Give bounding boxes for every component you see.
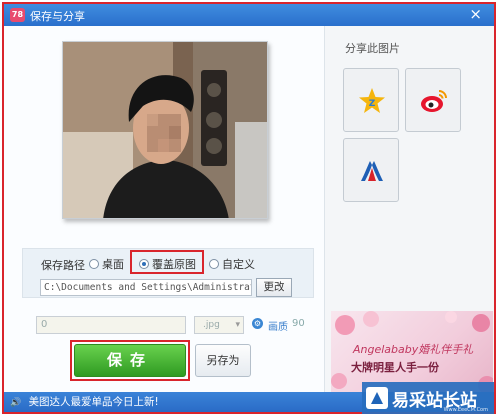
renren-icon bbox=[361, 161, 383, 181]
format-value: .jpg bbox=[203, 320, 220, 330]
site-watermark: 易采站长站 Www.EeeCM.Com bbox=[362, 382, 494, 414]
close-button[interactable]: × bbox=[469, 5, 482, 23]
highlight-box-overwrite bbox=[130, 250, 204, 274]
radio-dot bbox=[89, 259, 99, 269]
left-pane: 保存路径 桌面 覆盖原图 自定义 C:\Documents and Settin… bbox=[4, 26, 324, 396]
photo-preview-image bbox=[63, 42, 267, 218]
chevron-down-icon: ▾ bbox=[235, 320, 240, 330]
share-qzone-button[interactable]: Z bbox=[343, 68, 399, 132]
share-title: 分享此图片 bbox=[345, 42, 400, 55]
save-path-input[interactable]: C:\Documents and Settings\Administrator\… bbox=[40, 279, 252, 296]
save-path-panel: 保存路径 桌面 覆盖原图 自定义 C:\Documents and Settin… bbox=[22, 248, 314, 298]
app-logo-icon: 78 bbox=[10, 8, 25, 22]
output-options-row: 0 .jpg ▾ ⚙ 画质 90 bbox=[36, 316, 316, 336]
save-path-label: 保存路径 bbox=[41, 259, 85, 272]
image-preview bbox=[62, 41, 268, 219]
radio-custom[interactable]: 自定义 bbox=[209, 256, 255, 272]
share-pane: 分享此图片 Z Angelababy婚礼伴手礼 大牌明星人手一份 bbox=[324, 26, 494, 396]
change-path-button[interactable]: 更改 bbox=[256, 278, 292, 297]
save-as-button[interactable]: 另存为 bbox=[195, 344, 251, 377]
title-bar: 78 保存与分享 × bbox=[4, 4, 494, 26]
quality-value: 90 bbox=[292, 318, 305, 329]
radio-custom-label: 自定义 bbox=[222, 258, 255, 271]
share-weibo-button[interactable] bbox=[405, 68, 461, 132]
share-renren-button[interactable] bbox=[343, 138, 399, 202]
radio-desktop[interactable]: 桌面 bbox=[89, 256, 124, 272]
radio-dot bbox=[209, 259, 219, 269]
status-message[interactable]: 美图达人最爱单品今日上新! bbox=[29, 396, 159, 408]
format-select[interactable]: .jpg ▾ bbox=[194, 316, 244, 334]
save-button[interactable]: 保存 bbox=[74, 344, 186, 377]
ad-headline: Angelababy婚礼伴手礼 bbox=[353, 343, 474, 356]
speaker-icon: 🔊 bbox=[10, 398, 22, 408]
quality-label[interactable]: 画质 bbox=[268, 318, 288, 333]
svg-text:Z: Z bbox=[369, 99, 376, 109]
radio-desktop-label: 桌面 bbox=[102, 258, 124, 271]
ad-subline: 大牌明星人手一份 bbox=[351, 361, 439, 374]
watermark-subtext: Www.EeeCM.Com bbox=[443, 407, 488, 413]
settings-icon[interactable]: ⚙ bbox=[252, 318, 263, 329]
size-input[interactable]: 0 bbox=[36, 316, 186, 334]
qzone-icon: Z bbox=[359, 88, 385, 113]
save-share-dialog: 78 保存与分享 × 保存路径 桌面 覆盖原图 自定义 C:\Documents… bbox=[2, 2, 496, 414]
watermark-logo-icon bbox=[366, 387, 388, 409]
dialog-title: 保存与分享 bbox=[30, 10, 85, 23]
weibo-icon bbox=[421, 90, 447, 112]
